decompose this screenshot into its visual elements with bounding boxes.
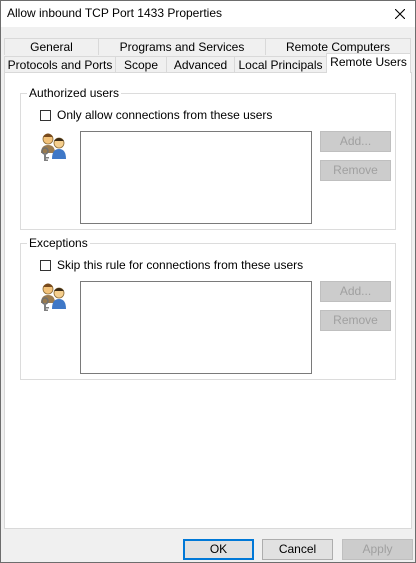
ok-button[interactable]: OK (183, 539, 254, 560)
tab-scope[interactable]: Scope (115, 56, 167, 73)
exceptions-users-list[interactable] (80, 281, 312, 374)
tab-advanced[interactable]: Advanced (166, 56, 235, 73)
tab-panel-remote-users: Authorized users Only allow connections … (4, 72, 412, 529)
only-allow-users-checkbox-row[interactable]: Only allow connections from these users (40, 108, 272, 122)
exceptions-remove-button[interactable]: Remove (320, 310, 391, 331)
users-keys-icon (39, 281, 71, 313)
tab-remote-users[interactable]: Remote Users (326, 53, 411, 73)
users-keys-icon (39, 131, 71, 163)
close-icon (395, 9, 405, 19)
window-title: Allow inbound TCP Port 1433 Properties (7, 6, 223, 20)
properties-dialog: Allow inbound TCP Port 1433 Properties G… (0, 0, 416, 563)
apply-button[interactable]: Apply (342, 539, 413, 560)
exceptions-group: Exceptions Skip this rule for connection… (20, 236, 396, 380)
tab-general[interactable]: General (4, 38, 99, 55)
authorized-users-title: Authorized users (27, 86, 122, 100)
only-allow-users-label: Only allow connections from these users (57, 108, 273, 122)
tab-protocols-and-ports[interactable]: Protocols and Ports (4, 56, 116, 73)
title-bar: Allow inbound TCP Port 1433 Properties (1, 1, 415, 27)
authorized-users-list[interactable] (80, 131, 312, 224)
close-button[interactable] (385, 1, 415, 27)
exceptions-title: Exceptions (27, 236, 90, 250)
tab-local-principals[interactable]: Local Principals (234, 56, 327, 73)
exceptions-add-button[interactable]: Add... (320, 281, 391, 302)
tab-programs-and-services[interactable]: Programs and Services (98, 38, 266, 55)
cancel-button[interactable]: Cancel (262, 539, 333, 560)
tab-row-front: Protocols and Ports Scope Advanced Local… (1, 53, 415, 73)
skip-rule-checkbox-row[interactable]: Skip this rule for connections from thes… (40, 258, 303, 272)
skip-rule-checkbox[interactable] (40, 259, 51, 271)
authorized-add-button[interactable]: Add... (320, 131, 391, 152)
skip-rule-label: Skip this rule for connections from thes… (57, 258, 304, 272)
only-allow-users-checkbox[interactable] (40, 109, 51, 121)
authorized-remove-button[interactable]: Remove (320, 160, 391, 181)
authorized-users-group: Authorized users Only allow connections … (20, 86, 396, 230)
